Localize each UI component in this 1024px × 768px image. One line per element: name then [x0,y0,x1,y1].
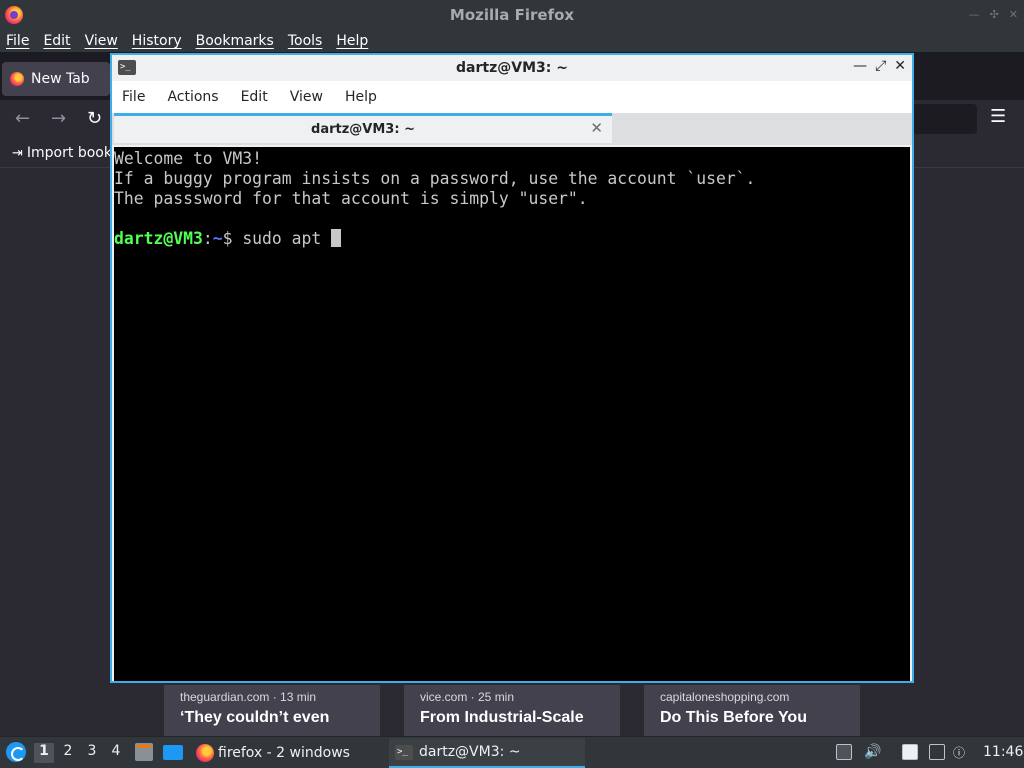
news-card[interactable]: theguardian.com · 13 min ‘They couldn’t … [164,685,380,736]
back-arrow-icon[interactable]: ← [15,108,30,129]
news-headline: Do This Before You [660,709,807,726]
desktop-switch-3[interactable]: 3 [82,743,102,763]
import-icon: ⇥ [12,145,23,161]
ff-menu-file[interactable]: File [6,33,29,49]
terminal-tab[interactable]: dartz@VM3: ~ ✕ [114,113,612,143]
task-label: firefox - 2 windows [218,745,350,761]
terminal-titlebar[interactable]: >_ dartz@VM3: ~ — ⤢ ✕ [112,55,912,81]
terminal-line: Welcome to VM3! [114,149,263,168]
task-label: dartz@VM3: ~ [419,744,521,760]
volume-icon[interactable]: 🔊 [864,744,881,760]
terminal-prompt-line: dartz@VM3:~$ sudo apt [114,229,910,249]
desktop-switch-1[interactable]: 1 [34,743,54,763]
clipboard-icon[interactable] [902,744,918,760]
command-input[interactable]: sudo apt [242,229,331,248]
close-tab-icon[interactable]: ✕ [590,119,603,137]
tab-new-tab[interactable]: New Tab [2,62,110,96]
firefox-icon [196,744,214,762]
maximize-icon[interactable]: ⤢ [875,58,886,74]
hamburger-menu-icon[interactable]: ☰ [990,106,1006,127]
firefox-window-controls: — ✣ ✕ [969,8,1018,21]
ff-menu-tools[interactable]: Tools [288,33,323,49]
terminal-menubar: File Actions Edit View Help [112,81,912,113]
task-terminal[interactable]: >_ dartz@VM3: ~ [389,738,585,768]
terminal-app-icon: >_ [118,60,136,75]
firefox-menubar: File Edit View History Bookmarks Tools H… [0,30,1024,52]
terminal-window-title: dartz@VM3: ~ [456,60,568,76]
news-headline: ‘They couldn’t even [180,709,330,726]
close-icon[interactable]: ✕ [894,58,906,74]
terminal-icon: >_ [395,744,413,760]
desktop-switch-2[interactable]: 2 [58,743,78,763]
show-desktop-icon[interactable] [163,745,183,760]
notification-icon[interactable]: ⓘ [953,744,965,761]
terminal-window: >_ dartz@VM3: ~ — ⤢ ✕ File Actions Edit … [110,53,914,683]
terminal-line: The passsword for that account is simply… [114,189,588,208]
firefox-window-title: Mozilla Firefox [449,6,575,24]
ff-menu-edit[interactable]: Edit [43,33,70,49]
terminal-tab-label: dartz@VM3: ~ [311,122,415,137]
terminal-line: If a buggy program insists on a password… [114,169,756,188]
close-icon[interactable]: ✕ [1009,8,1018,21]
minimize-icon[interactable]: — [853,58,867,74]
tab-label: New Tab [31,71,90,87]
term-menu-view[interactable]: View [290,89,323,105]
term-menu-edit[interactable]: Edit [241,89,268,105]
file-manager-icon[interactable] [135,743,153,761]
firefox-logo-icon [5,6,23,24]
news-card[interactable]: vice.com · 25 min From Industrial-Scale [404,685,620,736]
text-cursor [331,229,342,247]
terminal-tabbar: dartz@VM3: ~ ✕ [112,113,912,145]
ff-menu-bookmarks[interactable]: Bookmarks [196,33,274,49]
term-menu-actions[interactable]: Actions [167,89,218,105]
firefox-titlebar: Mozilla Firefox — ✣ ✕ [0,0,1024,30]
prompt-symbol: $ [222,229,243,248]
term-menu-file[interactable]: File [122,89,145,105]
import-bookmarks-label: Import book [26,145,112,161]
import-bookmarks-button[interactable]: ⇥ Import book [12,145,112,161]
desktop-switch-4[interactable]: 4 [106,743,126,763]
prompt-user: dartz@VM3 [114,229,203,248]
news-source: capitaloneshopping.com [660,690,790,704]
clock[interactable]: 11:46 [983,744,1023,760]
firefox-tab-icon [10,72,24,86]
terminal-window-controls: — ⤢ ✕ [853,58,906,74]
maximize-icon[interactable]: ✣ [990,8,999,21]
tray-arrow-icon[interactable] [836,744,852,760]
prompt-separator: : [202,229,213,248]
terminal-output[interactable]: Welcome to VM3! If a buggy program insis… [114,147,910,681]
minimize-icon[interactable]: — [969,8,980,21]
task-firefox[interactable]: firefox - 2 windows [190,738,385,768]
network-icon[interactable] [929,744,945,760]
term-menu-help[interactable]: Help [345,89,377,105]
prompt-path: ~ [212,229,223,248]
news-headline: From Industrial-Scale [420,709,584,726]
news-source: theguardian.com · 13 min [180,690,317,704]
ff-menu-help[interactable]: Help [336,33,368,49]
ff-menu-view[interactable]: View [85,33,118,49]
ff-menu-history[interactable]: History [132,33,182,49]
news-source: vice.com · 25 min [420,690,515,704]
news-card[interactable]: capitaloneshopping.com Do This Before Yo… [644,685,860,736]
forward-arrow-icon[interactable]: → [51,108,66,129]
url-bar[interactable] [913,104,977,134]
app-launcher-icon[interactable] [6,742,26,762]
taskbar: 1 2 3 4 firefox - 2 windows >_ dartz@VM3… [0,736,1024,768]
reload-icon[interactable]: ↻ [87,108,102,129]
